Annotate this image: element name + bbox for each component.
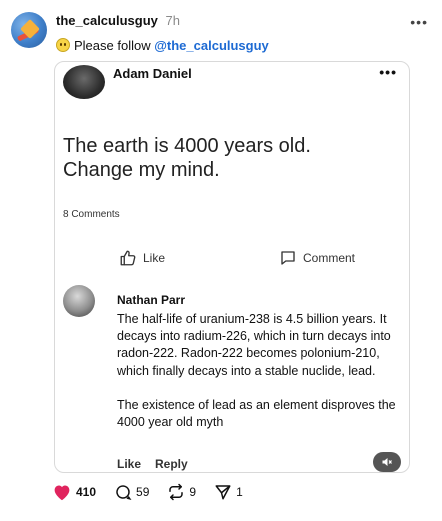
author-username[interactable]: the_calculusguy — [56, 13, 158, 28]
embedded-author-name: Adam Daniel — [113, 66, 192, 81]
embedded-more-icon: ••• — [379, 64, 397, 80]
like-button[interactable]: 410 — [52, 483, 96, 501]
embedded-comment-button: Comment — [279, 248, 355, 268]
share-count: 1 — [236, 485, 243, 499]
repost-count: 9 — [189, 485, 197, 499]
embedded-author-avatar — [63, 65, 105, 99]
reply-author-name: Nathan Parr — [117, 293, 186, 307]
mute-icon[interactable] — [373, 452, 401, 472]
reply-actions: Like Reply — [117, 457, 188, 471]
embedded-like-button: Like — [119, 248, 165, 268]
smile-emoji-icon — [56, 38, 70, 52]
engagement-bar: 410 59 9 1 — [52, 480, 261, 504]
comment-bubble-icon — [279, 249, 297, 267]
embedded-screenshot[interactable]: Adam Daniel ••• The earth is 4000 years … — [54, 61, 410, 473]
more-options-icon[interactable]: ••• — [410, 14, 428, 30]
send-icon — [214, 483, 232, 501]
author-row: the_calculusguy 7h — [56, 13, 180, 28]
mention-link[interactable]: @the_calculusguy — [154, 38, 269, 53]
heart-icon — [52, 483, 72, 501]
repost-icon — [167, 483, 185, 501]
post-time: 7h — [165, 13, 180, 28]
reply-like-link: Like — [117, 457, 142, 471]
embedded-comments-count: 8 Comments — [63, 209, 120, 220]
caption-text: Please follow — [74, 38, 151, 53]
reply-author-avatar — [63, 285, 95, 317]
post-header: the_calculusguy 7h Please follow @the_ca… — [0, 0, 442, 60]
thumbs-up-icon — [119, 249, 137, 267]
reply-text: The half-life of uranium-238 is 4.5 bill… — [117, 312, 396, 430]
post-caption: Please follow @the_calculusguy — [56, 38, 269, 53]
embedded-post-text: The earth is 4000 years old. Change my m… — [63, 135, 311, 181]
embedded-comment-label: Comment — [303, 251, 356, 265]
author-avatar[interactable] — [11, 12, 47, 48]
comment-icon — [114, 483, 132, 501]
embedded-like-label: Like — [143, 251, 166, 265]
comment-button[interactable]: 59 — [114, 483, 149, 501]
repost-button[interactable]: 9 — [167, 483, 196, 501]
share-button[interactable]: 1 — [214, 483, 243, 501]
like-count: 410 — [76, 485, 97, 499]
reply-reply-link: Reply — [155, 457, 188, 471]
comment-count: 59 — [136, 485, 150, 499]
